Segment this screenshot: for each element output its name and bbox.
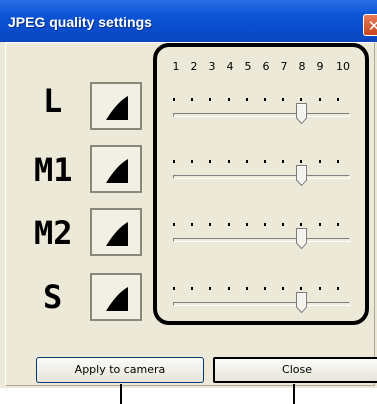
quality-box-m1: [90, 145, 142, 193]
row-label-m2: M2: [34, 214, 73, 252]
window-title: JPEG quality settings: [8, 14, 152, 30]
quality-triangle-icon: [106, 287, 128, 311]
close-icon[interactable]: ✕: [363, 14, 377, 36]
row-label-m1: M1: [34, 151, 73, 189]
apply-to-camera-button[interactable]: Apply to camera: [36, 357, 204, 383]
title-bar[interactable]: JPEG quality settings ✕: [0, 0, 377, 42]
quality-triangle-icon: [106, 222, 128, 246]
quality-box-s: [90, 273, 142, 321]
close-button[interactable]: Close: [213, 357, 377, 383]
slider-highlight-frame: [153, 43, 369, 325]
row-label-s: S: [43, 278, 63, 316]
apply-pointer-line: [120, 384, 122, 404]
quality-box-l: [90, 82, 142, 130]
quality-triangle-icon: [106, 96, 128, 120]
quality-box-m2: [90, 208, 142, 256]
jpeg-quality-dialog: JPEG quality settings ✕ L M1 M2 S 1 2 3 …: [0, 0, 377, 388]
quality-triangle-icon: [106, 159, 128, 183]
row-label-l: L: [43, 82, 63, 120]
close-pointer-line: [293, 384, 295, 404]
